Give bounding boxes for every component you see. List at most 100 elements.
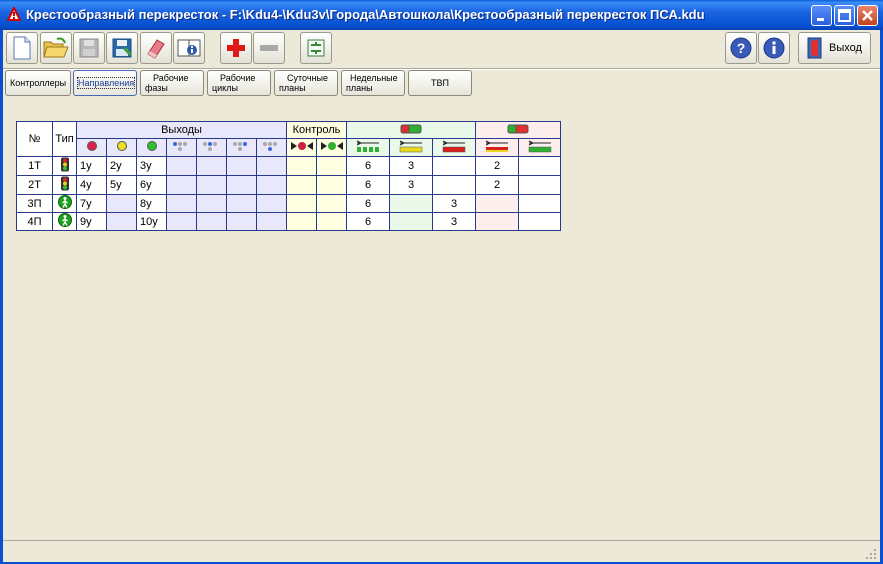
control-cell[interactable] [286, 175, 317, 195]
output-yellow[interactable]: 5у [106, 175, 137, 195]
green-yellow[interactable]: 3 [389, 175, 433, 195]
minimize-button[interactable] [811, 5, 832, 26]
red-green[interactable] [518, 175, 561, 195]
exit-button[interactable]: Выход [798, 32, 871, 64]
window-title: Крестообразный перекресток - F:\Kdu4-\Kd… [26, 7, 705, 22]
tab-weekly-plans-line1: Недельные [350, 73, 398, 83]
table-row[interactable]: 4П 9у 10у 6 3 [16, 212, 561, 231]
tab-weekly-plans[interactable]: Недельные планы [341, 70, 405, 96]
red-yellow[interactable]: 2 [475, 175, 519, 195]
open-button[interactable] [40, 32, 72, 64]
green-red[interactable]: 3 [432, 194, 476, 213]
vehicle-traffic-light-icon [60, 176, 69, 191]
green-yellow[interactable] [389, 212, 433, 231]
tab-work-phases[interactable]: Рабочие фазы [140, 70, 204, 96]
control-cell[interactable] [316, 175, 347, 195]
tab-work-cycles[interactable]: Рабочие циклы [207, 70, 271, 96]
save-button[interactable] [73, 32, 105, 64]
green-red[interactable] [432, 175, 476, 195]
control-cell[interactable] [316, 156, 347, 176]
resize-grip-icon[interactable] [865, 548, 877, 560]
red-yellow[interactable] [475, 194, 519, 213]
extra-lights-icon [172, 142, 187, 151]
output-extra-cell[interactable] [256, 156, 287, 176]
add-button[interactable] [220, 32, 252, 64]
output-green[interactable]: 8у [136, 194, 167, 213]
info-button[interactable] [758, 32, 790, 64]
red-yellow[interactable] [475, 212, 519, 231]
control-cell[interactable] [316, 194, 347, 213]
output-green[interactable]: 10у [136, 212, 167, 231]
tab-controllers[interactable]: Контроллеры [5, 70, 71, 96]
output-yellow[interactable] [106, 194, 137, 213]
output-red[interactable]: 4у [76, 175, 107, 195]
properties-button[interactable] [173, 32, 205, 64]
green-min[interactable]: 6 [346, 212, 390, 231]
tab-daily-plans[interactable]: Суточные планы [274, 70, 338, 96]
green-min[interactable]: 6 [346, 194, 390, 213]
output-extra-cell[interactable] [256, 175, 287, 195]
close-button[interactable] [857, 5, 878, 26]
output-extra-cell[interactable] [256, 194, 287, 213]
green-min[interactable]: 6 [346, 156, 390, 176]
output-extra-cell[interactable] [196, 194, 227, 213]
output-yellow[interactable] [106, 212, 137, 231]
output-red-icon-cell [76, 138, 107, 157]
remove-button[interactable] [253, 32, 285, 64]
red-green[interactable] [518, 156, 561, 176]
erase-icon [147, 39, 165, 59]
row-no: 1Т [16, 156, 53, 176]
tab-daily-plans-line2: планы [279, 83, 306, 93]
output-extra-cell[interactable] [226, 156, 257, 176]
green-yellow[interactable]: 3 [389, 156, 433, 176]
output-extra-cell[interactable] [226, 212, 257, 231]
output-extra-cell[interactable] [226, 175, 257, 195]
output-extra-cell[interactable] [166, 175, 197, 195]
red-green[interactable] [518, 194, 561, 213]
pedestrian-light-icon [57, 195, 72, 209]
output-red[interactable]: 1у [76, 156, 107, 176]
transition-green-icon [528, 140, 551, 153]
tab-tvp[interactable]: ТВП [408, 70, 472, 96]
maximize-button[interactable] [834, 5, 855, 26]
control-cell[interactable] [286, 156, 317, 176]
output-extra-cell[interactable] [166, 212, 197, 231]
control-cell[interactable] [286, 194, 317, 213]
red-yellow[interactable]: 2 [475, 156, 519, 176]
erase-button[interactable] [140, 32, 172, 64]
output-yellow[interactable]: 2у [106, 156, 137, 176]
save-as-button[interactable] [106, 32, 138, 64]
output-extra-cell[interactable] [226, 194, 257, 213]
help-button[interactable]: ? [725, 32, 757, 64]
output-extra-cell[interactable] [166, 194, 197, 213]
output-extra-cell[interactable] [196, 175, 227, 195]
output-extra-cell[interactable] [256, 212, 287, 231]
green-yellow[interactable] [389, 194, 433, 213]
output-green[interactable]: 3у [136, 156, 167, 176]
control-cell[interactable] [316, 212, 347, 231]
output-green[interactable]: 6у [136, 175, 167, 195]
green-red[interactable] [432, 156, 476, 176]
control-cell[interactable] [286, 212, 317, 231]
window-frame [0, 30, 883, 564]
green-red[interactable]: 3 [432, 212, 476, 231]
table-row[interactable]: 1Т 1у 2у 3у 6 3 2 [16, 156, 561, 176]
table-row[interactable]: 3П 7у 8у 6 3 [16, 194, 561, 213]
tab-directions[interactable]: Направления [73, 70, 137, 96]
header-control: Контроль [286, 121, 347, 139]
output-extra-cell[interactable] [196, 156, 227, 176]
output-red[interactable]: 9у [76, 212, 107, 231]
help-icon: ? [730, 37, 752, 59]
output-red[interactable]: 7у [76, 194, 107, 213]
output-extra-cell[interactable] [196, 212, 227, 231]
red-green[interactable] [518, 212, 561, 231]
table-row[interactable]: 2Т 4у 5у 6у 6 3 2 [16, 175, 561, 195]
new-file-button[interactable] [6, 32, 38, 64]
output-extra-cell[interactable] [166, 156, 197, 176]
extra-lights-icon [262, 142, 277, 151]
green-min[interactable]: 6 [346, 175, 390, 195]
tab-weekly-plans-line2: планы [346, 83, 373, 93]
properties-icon [177, 39, 201, 57]
settings-button[interactable] [300, 32, 332, 64]
header-red-group [475, 121, 561, 139]
